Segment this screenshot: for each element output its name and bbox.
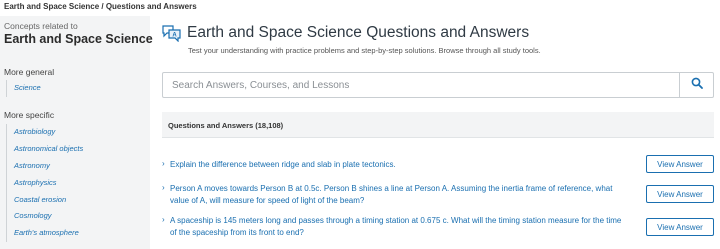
- view-answer-button[interactable]: View Answer: [646, 155, 714, 173]
- more-general-list: Science: [6, 80, 142, 97]
- qa-chat-icon: A: [162, 24, 182, 43]
- search-input[interactable]: [163, 73, 679, 97]
- search-bar: [162, 72, 714, 98]
- search-icon: [691, 76, 703, 94]
- view-answer-button[interactable]: View Answer: [646, 185, 714, 203]
- page-title: Earth and Space Science Questions and An…: [187, 24, 530, 41]
- sidebar: Concepts related to Earth and Space Scie…: [0, 16, 153, 249]
- sidebar-item-cosmology[interactable]: Cosmology: [7, 208, 142, 225]
- page-subtitle: Test your understanding with practice pr…: [188, 46, 541, 55]
- sidebar-item-astrophysics[interactable]: Astrophysics: [7, 175, 142, 192]
- sidebar-item-astronomical-objects[interactable]: Astronomical objects: [7, 141, 142, 158]
- qa-section-header: Questions and Answers (18,108): [162, 112, 714, 138]
- sidebar-title: Earth and Space Science: [4, 32, 153, 46]
- svg-text:A: A: [172, 33, 177, 39]
- more-specific-list: Astrobiology Astronomical objects Astron…: [6, 124, 142, 243]
- view-answer-button[interactable]: View Answer: [646, 218, 714, 236]
- chevron-right-icon: ›: [162, 183, 165, 192]
- page-header: A Earth and Space Science Questions and …: [162, 22, 529, 44]
- qa-heading: Questions and Answers (18,108): [168, 121, 284, 130]
- sidebar-item-coastal-erosion[interactable]: Coastal erosion: [7, 192, 142, 209]
- breadcrumb: Earth and Space Science / Questions and …: [4, 2, 197, 11]
- sidebar-item-astrobiology[interactable]: Astrobiology: [7, 124, 142, 141]
- search-button[interactable]: [679, 73, 713, 97]
- question-link[interactable]: Person A moves towards Person B at 0.5c.…: [170, 183, 630, 206]
- chevron-right-icon: ›: [162, 159, 165, 168]
- sidebar-item-astronomy[interactable]: Astronomy: [7, 158, 142, 175]
- question-link[interactable]: A spaceship is 145 meters long and passe…: [170, 215, 630, 238]
- more-general-heading: More general: [4, 67, 55, 77]
- sidebar-item-earths-atmosphere[interactable]: Earth's atmosphere: [7, 225, 142, 242]
- question-link[interactable]: Explain the difference between ridge and…: [170, 159, 630, 171]
- sidebar-item-science[interactable]: Science: [7, 80, 142, 97]
- more-specific-heading: More specific: [4, 110, 55, 120]
- sidebar-caption: Concepts related to: [4, 21, 78, 31]
- chevron-right-icon: ›: [162, 215, 165, 224]
